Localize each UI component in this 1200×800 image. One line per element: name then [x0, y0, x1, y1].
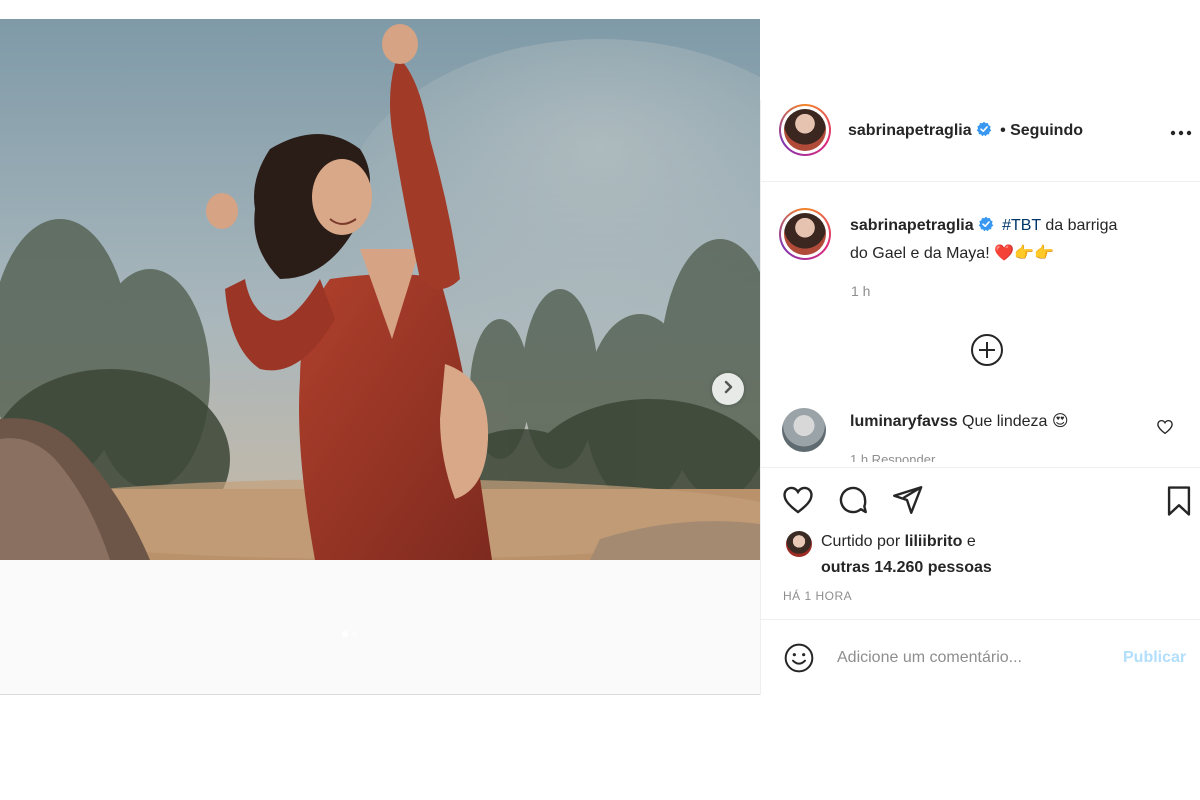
emoji-icon[interactable] — [783, 642, 815, 679]
likes-summary[interactable]: Curtido por liliibrito e outras 14.260 p… — [821, 529, 1121, 581]
chevron-right-icon — [721, 380, 735, 399]
comment-body: luminaryfavss Que lindeza 😍 — [850, 411, 1069, 431]
carousel-dots — [342, 631, 358, 637]
comment-icon[interactable] — [836, 483, 870, 522]
likes-others[interactable]: outras 14.260 pessoas — [821, 559, 992, 576]
load-more-comments-button[interactable] — [970, 333, 1004, 372]
author-username[interactable]: sabrinapetraglia — [848, 122, 972, 139]
comment-emoji: 😍 — [1051, 413, 1069, 430]
liker-avatar[interactable] — [786, 531, 812, 557]
author-avatar[interactable] — [779, 104, 831, 156]
likes-prefix: Curtido por — [821, 533, 905, 550]
header-divider — [761, 181, 1200, 182]
post-timestamp[interactable]: HÁ 1 HORA — [783, 589, 852, 603]
commenter-username[interactable]: luminaryfavss — [850, 413, 958, 430]
following-status[interactable]: • Seguindo — [1000, 122, 1083, 139]
carousel-dot — [352, 631, 358, 637]
comments-divider — [761, 467, 1200, 468]
comment-input[interactable] — [837, 646, 1077, 670]
more-options-icon[interactable] — [1170, 124, 1192, 142]
likes-connector: e — [962, 533, 976, 550]
post-caption: sabrinapetraglia #TBT da barriga do Gael… — [850, 213, 1180, 267]
liker-username[interactable]: liliibrito — [905, 533, 963, 550]
add-comment-bar: Publicar — [761, 620, 1200, 695]
comment-item: luminaryfavss Que lindeza 😍 1 h Responde… — [782, 406, 1192, 462]
caption-author-avatar[interactable] — [779, 208, 831, 260]
caption-author-username[interactable]: sabrinapetraglia — [850, 217, 974, 234]
publish-button[interactable]: Publicar — [1123, 649, 1186, 667]
caption-text-line1: da barriga — [1040, 217, 1118, 234]
share-icon[interactable] — [890, 483, 924, 522]
carousel-next-button[interactable] — [712, 373, 744, 405]
post-header: sabrinapetraglia • Seguindo — [848, 121, 1083, 142]
comment-like-icon[interactable] — [1156, 418, 1174, 441]
verified-badge-icon — [976, 121, 992, 142]
comment-text: Que lindeza — [957, 413, 1052, 430]
caption-hashtag[interactable]: #TBT — [1002, 217, 1041, 234]
caption-emojis: ❤️👉👉 — [994, 245, 1054, 262]
post-side-panel — [760, 100, 1200, 695]
post-actions — [780, 483, 1200, 519]
post-photo[interactable] — [0, 19, 760, 560]
commenter-avatar[interactable] — [782, 408, 826, 452]
caption-time[interactable]: 1 h — [851, 283, 870, 299]
verified-badge-icon — [978, 215, 994, 241]
comment-meta[interactable]: 1 h Responder — [850, 452, 935, 462]
carousel-dot-active — [342, 631, 348, 637]
caption-text-line2: do Gael e da Maya! — [850, 245, 995, 262]
heart-icon[interactable] — [780, 483, 816, 522]
bookmark-icon[interactable] — [1162, 483, 1196, 524]
add-circle-icon — [970, 334, 1004, 371]
